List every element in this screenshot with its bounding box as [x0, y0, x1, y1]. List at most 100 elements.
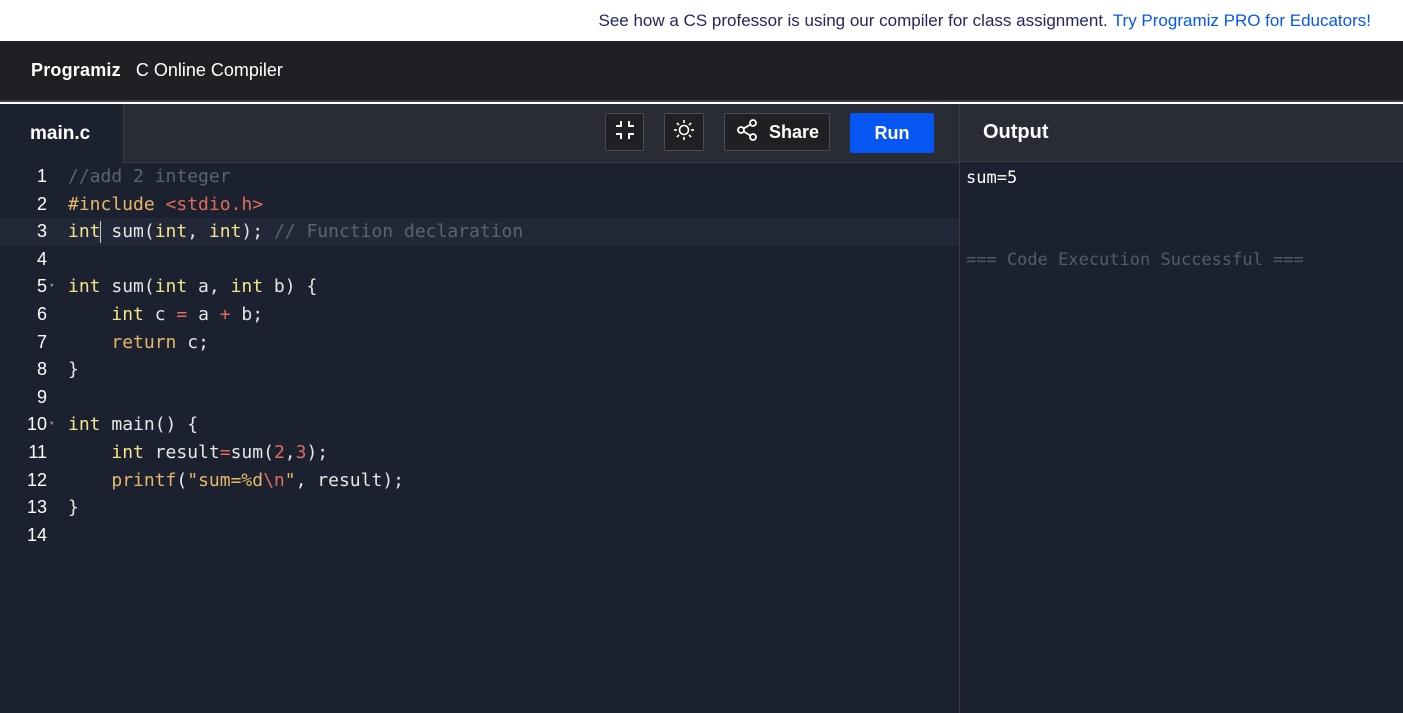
code-line[interactable]: 11 int result=sum(2,3);	[0, 439, 959, 467]
code-line[interactable]: 3 int sum(int, int); // Function declarat…	[0, 218, 959, 246]
line-number: 14	[26, 524, 47, 545]
code-token: ,	[284, 441, 296, 463]
code-token: <stdio.h>	[165, 193, 264, 215]
fold-arrow-icon[interactable]: ▾	[49, 273, 54, 301]
code-token: int	[230, 276, 264, 298]
code-token: b) {	[263, 276, 318, 298]
code-token: #include	[68, 193, 166, 215]
page-title: C Online Compiler	[135, 60, 283, 80]
code-area[interactable]: 1 //add 2 integer 2 #include <stdio.h> 3 int …	[0, 163, 959, 713]
promo-banner: See how a CS professor is using our comp…	[0, 0, 1403, 41]
code-text: #include <stdio.h>	[68, 191, 263, 219]
code-text: int c = a + b;	[68, 301, 263, 329]
line-number: 11	[28, 441, 47, 462]
code-token: int	[68, 221, 101, 243]
promo-link[interactable]: Try Programiz PRO for Educators!	[1113, 11, 1371, 31]
code-line[interactable]: 6 int c = a + b;	[0, 301, 959, 329]
execution-status: === Code Execution Successful ===	[966, 250, 1304, 270]
code-line[interactable]: 10 ▾ int main() {	[0, 411, 959, 439]
code-line[interactable]: 9	[0, 384, 959, 412]
editor-toolbar: main.c Share Run	[0, 104, 959, 163]
code-text: int sum(int a, int b) {	[68, 273, 317, 301]
code-token: // Function declaration	[273, 221, 524, 243]
output-title: Output	[960, 104, 1403, 162]
code-token: int	[154, 221, 188, 243]
code-line[interactable]: 8}	[0, 356, 959, 384]
code-token: "sum=%d	[187, 469, 264, 491]
code-editor-panel: main.c Share Run 1 //add 2 integer 2 #in…	[0, 104, 959, 713]
code-line[interactable]: 14	[0, 522, 959, 550]
code-line[interactable]: 4	[0, 246, 959, 274]
code-token: +	[219, 303, 231, 325]
line-number: 12	[26, 469, 47, 490]
code-text: int main() {	[68, 411, 198, 439]
programiz-logo[interactable]: Programiz	[31, 60, 121, 81]
line-number: 13	[26, 497, 47, 518]
code-token: \n	[263, 469, 285, 491]
share-label: Share	[768, 121, 820, 142]
code-token: sum(	[230, 441, 274, 463]
code-line[interactable]: 1 //add 2 integer	[0, 163, 959, 191]
code-token: 2	[273, 441, 285, 463]
run-button[interactable]: Run	[850, 113, 934, 153]
code-token: return	[111, 331, 177, 353]
code-token: , result);	[295, 469, 404, 491]
fullscreen-button[interactable]	[605, 113, 644, 151]
code-token: sum(	[100, 221, 155, 243]
code-token: sum(	[100, 276, 155, 298]
code-token: result	[143, 441, 220, 463]
line-number: 8	[36, 359, 47, 380]
line-number: 4	[36, 248, 47, 269]
code-token: }	[68, 359, 79, 381]
code-token: }	[68, 497, 79, 519]
code-token: int	[208, 221, 242, 243]
code-token: );	[306, 441, 329, 463]
code-text: }	[68, 494, 79, 522]
share-icon	[735, 118, 769, 147]
collapse-icon	[614, 119, 636, 146]
code-text: printf("sum=%d\n", result);	[68, 467, 404, 495]
code-token: (	[176, 469, 188, 491]
code-token: int	[68, 276, 101, 298]
fold-arrow-icon[interactable]: ▾	[49, 411, 54, 439]
code-token: //add 2 integer	[68, 166, 231, 187]
line-number: 1	[36, 166, 47, 186]
code-token: a,	[187, 276, 231, 298]
code-token: printf	[111, 469, 177, 491]
code-line[interactable]: 7 return c;	[0, 329, 959, 357]
code-text: //add 2 integer	[68, 163, 231, 191]
code-text: }	[68, 356, 79, 384]
line-number: 7	[36, 331, 47, 352]
code-line[interactable]: 12 printf("sum=%d\n", result);	[0, 467, 959, 495]
code-text: int sum(int, int); // Function declarati…	[68, 218, 523, 246]
code-token: int	[68, 414, 101, 436]
line-number: 6	[36, 303, 47, 324]
code-text: return c;	[68, 329, 209, 357]
line-number: 2	[36, 193, 47, 214]
top-bar: Programiz C Online Compiler	[0, 41, 1403, 102]
code-line[interactable]: 13}	[0, 494, 959, 522]
logo-text: Programiz	[31, 60, 121, 80]
output-panel: Output sum=5 === Code Execution Successf…	[960, 104, 1403, 713]
code-token: int	[111, 441, 144, 463]
code-token: int	[154, 276, 188, 298]
code-token: c	[143, 303, 177, 325]
line-number: 9	[36, 386, 47, 407]
theme-toggle-button[interactable]	[664, 113, 704, 151]
line-number: 5	[36, 276, 47, 297]
code-token: c;	[176, 331, 209, 353]
code-line[interactable]: 5 ▾ int sum(int a, int b) {	[0, 273, 959, 301]
code-token: );	[241, 221, 274, 243]
code-token: int	[111, 303, 144, 325]
promo-text: See how a CS professor is using our comp…	[598, 10, 1108, 30]
line-number: 3	[36, 221, 47, 242]
sun-icon	[673, 119, 695, 146]
code-line[interactable]: 2 #include <stdio.h>	[0, 191, 959, 219]
line-number: 10	[26, 414, 47, 435]
share-button[interactable]: Share	[724, 113, 830, 151]
tab-main-c[interactable]: main.c	[0, 104, 124, 163]
